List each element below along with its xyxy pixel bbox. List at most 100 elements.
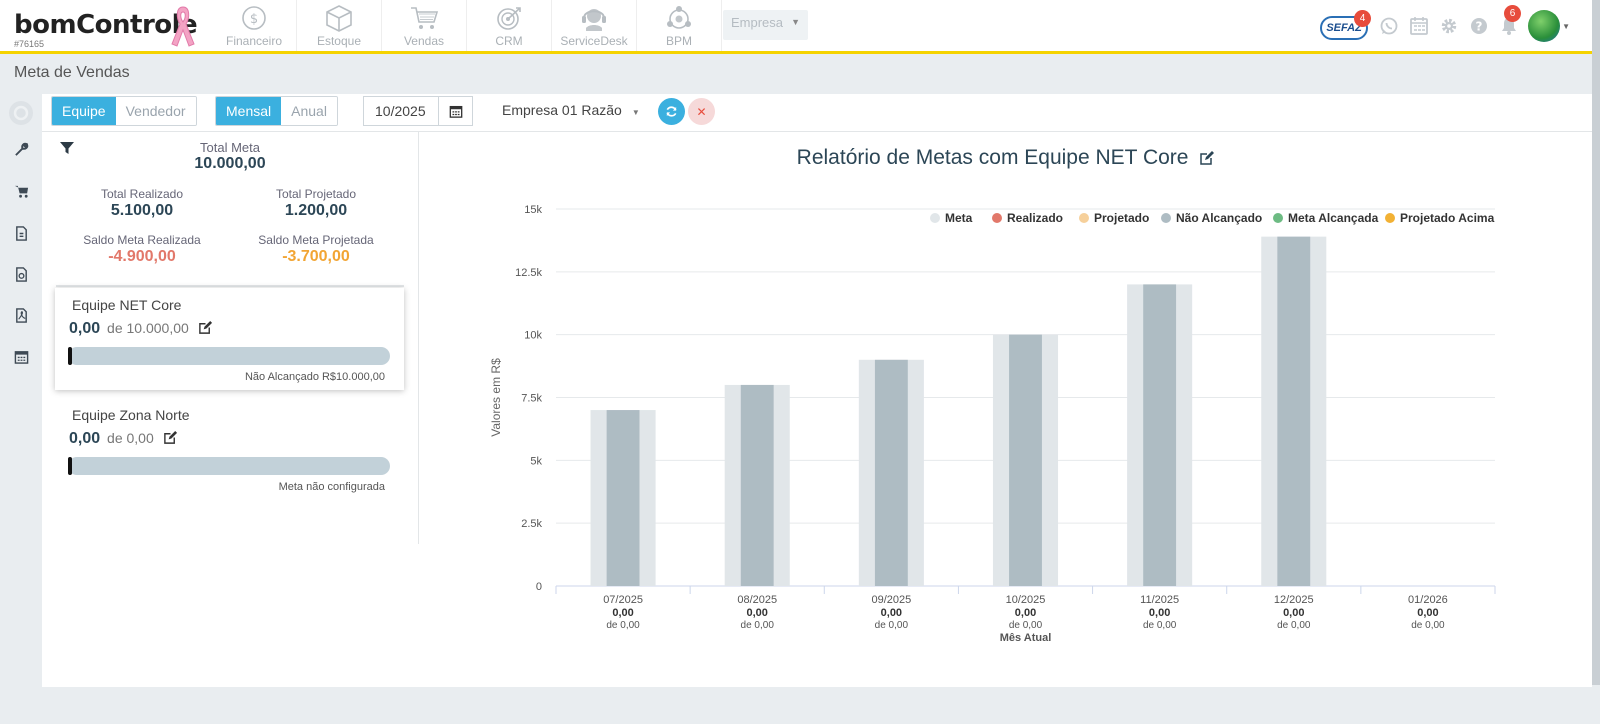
team-achieved-value: 0,00 (69, 320, 101, 337)
close-icon: ✕ (696, 104, 707, 119)
calendar-button[interactable] (1408, 15, 1430, 37)
target-icon (497, 7, 521, 30)
total-meta-value: 10.000,00 (194, 155, 266, 172)
caret-down-icon[interactable]: ▼ (1562, 22, 1570, 31)
x-tick-target: de 0,00 (875, 620, 909, 631)
funnel-icon[interactable] (60, 141, 74, 155)
legend-marker (1161, 213, 1171, 223)
summary-divider (56, 285, 404, 287)
rail-pdf[interactable] (12, 306, 30, 324)
team-achieved-value: 0,00 (69, 430, 101, 447)
chart-title-text: Relatório de Metas com Equipe NET Core (796, 146, 1189, 169)
clear-filters-button[interactable]: ✕ (688, 98, 715, 125)
x-tick-value: 0,00 (881, 607, 902, 619)
y-tick-label: 10k (524, 330, 542, 342)
page-scrollbar[interactable] (1592, 0, 1600, 685)
rail-report-a[interactable] (12, 224, 30, 242)
legend-marker (1079, 213, 1089, 223)
module-financeiro[interactable]: $ Financeiro (212, 0, 297, 51)
total-meta-stat: Total Meta 10.000,00 (160, 140, 300, 173)
bar-nao-alcancado (1143, 284, 1177, 586)
caret-down-icon: ▼ (791, 17, 800, 27)
cart-icon (14, 185, 28, 198)
rail-calendar[interactable] (12, 347, 30, 365)
team-card-net-core[interactable]: Equipe NET Core 0,00 de 10.000,00 Não Al… (55, 288, 404, 390)
refresh-button[interactable] (658, 98, 685, 125)
date-picker-button[interactable] (439, 97, 472, 125)
toggle-vendedor[interactable]: Vendedor (115, 97, 196, 125)
company-dropdown[interactable]: Empresa ▼ (723, 10, 808, 40)
total-realizado-label: Total Realizado (100, 187, 184, 201)
module-bpm[interactable]: BPM (637, 0, 722, 51)
team-status: Meta não configurada (278, 481, 385, 493)
team-progress-fill (68, 457, 72, 475)
settings-button[interactable] (1438, 15, 1460, 37)
team-target-value: de 0,00 (107, 430, 154, 446)
dollar-coin-icon: $ (242, 6, 266, 30)
saldo-realizada-stat: Saldo Meta Realizada -4.900,00 (72, 233, 212, 266)
calendar-icon (14, 350, 28, 364)
edit-icon[interactable] (198, 320, 213, 335)
toggle-equipe[interactable]: Equipe (52, 97, 116, 125)
legend-label: Projetado Acima (1400, 211, 1495, 225)
team-status: Não Alcançado R$10.000,00 (244, 371, 385, 383)
x-tick-value: 0,00 (1015, 607, 1036, 619)
chart-title: Relatório de Metas com Equipe NET Core (420, 146, 1592, 170)
total-realizado-stat: Total Realizado 5.100,00 (72, 187, 212, 220)
module-vendas[interactable]: Vendas (382, 0, 467, 51)
box-icon (326, 5, 352, 32)
group-by-toggle: Equipe Vendedor (51, 96, 197, 126)
y-tick-label: 2.5k (521, 518, 542, 530)
saldo-projetada-label: Saldo Meta Projetada (258, 233, 374, 247)
legend-label: Projetado (1094, 211, 1149, 225)
toggle-mensal[interactable]: Mensal (216, 97, 282, 125)
legend-marker (992, 213, 1002, 223)
notifications-button[interactable]: 6 (1498, 5, 1522, 37)
gear-icon (1441, 18, 1457, 34)
y-tick-label: 5k (530, 455, 542, 467)
saldo-projetada-value: -3.700,00 (282, 248, 350, 265)
module-crm[interactable]: CRM (467, 0, 552, 51)
whatsapp-button[interactable] (1378, 15, 1400, 37)
legend-label: Meta (945, 211, 973, 225)
legend-label: Realizado (1007, 211, 1063, 225)
main-panel: Equipe Vendedor Mensal Anual 10/2025 Emp… (42, 94, 1592, 687)
top-right-toolbar: SEFAZ 4 ? 6 ▼ (1320, 5, 1570, 46)
module-label: BPM (665, 34, 692, 48)
module-nav: $ Financeiro Estoque Vendas CRM ServiceD… (212, 0, 722, 51)
saldo-realizada-value: -4.900,00 (108, 248, 176, 265)
edit-icon[interactable] (1199, 150, 1215, 166)
legend-marker (1273, 213, 1283, 223)
module-label: Estoque (316, 34, 362, 48)
module-servicedesk[interactable]: ServiceDesk (552, 0, 637, 51)
rail-report-b[interactable] (12, 265, 30, 283)
y-tick-label: 12.5k (515, 267, 542, 279)
module-estoque[interactable]: Estoque (297, 0, 382, 51)
x-tick-value: 0,00 (1417, 607, 1438, 619)
help-button[interactable]: ? (1468, 15, 1490, 37)
sefaz-button[interactable]: SEFAZ 4 (1320, 10, 1372, 40)
team-card-zona-norte[interactable]: Equipe Zona Norte 0,00 de 0,00 Meta não … (55, 398, 404, 500)
refresh-icon (666, 106, 677, 117)
cart-icon (411, 7, 439, 29)
y-tick-label: 15k (524, 204, 542, 216)
user-avatar[interactable] (1528, 10, 1561, 42)
x-tick-label: 07/2025 (603, 594, 643, 606)
y-tick-label: 7.5k (521, 393, 542, 405)
period-date-field[interactable]: 10/2025 (363, 96, 473, 126)
toggle-anual[interactable]: Anual (281, 97, 337, 125)
summary-column: Total Meta 10.000,00 Total Realizado 5.1… (42, 132, 419, 544)
team-progress-bar (68, 347, 390, 365)
goals-bar-chart: 0 2.5k 5k 7.5k 10k 12.5k 15k Valores em R$ 07/20… (489, 204, 1496, 644)
company-filter-dropdown[interactable]: Empresa 01 Razão ▼ (502, 102, 640, 118)
rail-dashboard[interactable] (8, 100, 34, 126)
y-tick-label: 0 (536, 581, 542, 593)
saldo-realizada-label: Saldo Meta Realizada (83, 233, 201, 247)
rail-tools[interactable] (12, 140, 30, 158)
edit-icon[interactable] (163, 430, 178, 445)
x-tick-target: de 0,00 (1277, 620, 1311, 631)
total-meta-label: Total Meta (200, 140, 260, 155)
rail-cart[interactable] (12, 182, 30, 200)
period-toggle: Mensal Anual (215, 96, 338, 126)
period-date-value[interactable]: 10/2025 (364, 97, 440, 125)
